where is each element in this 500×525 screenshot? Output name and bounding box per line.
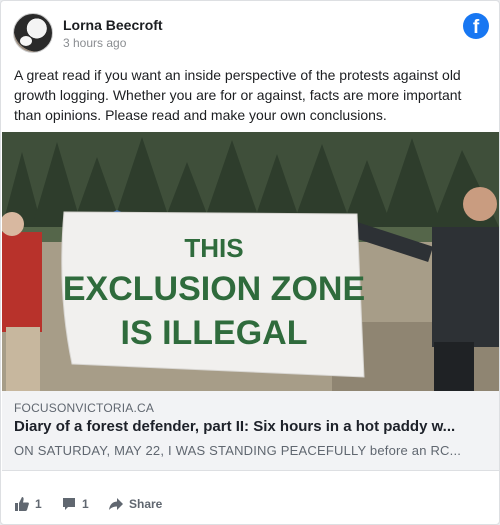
like-button[interactable]: 1 <box>15 493 42 515</box>
post-header: Lorna Beecroft 3 hours ago f <box>13 13 489 55</box>
post-actions-bar: 1 1 Share <box>13 493 489 515</box>
banner-line-3: IS ILLEGAL <box>121 314 308 352</box>
post-photo[interactable]: THIS EXCLUSION ZONE IS ILLEGAL <box>2 132 499 391</box>
protest-banner-photo: THIS EXCLUSION ZONE IS ILLEGAL <box>2 132 499 391</box>
thumbs-up-icon <box>15 497 29 511</box>
banner-line-2: EXCLUSION ZONE <box>63 270 365 308</box>
like-count: 1 <box>35 497 42 511</box>
share-arrow-icon <box>109 498 123 510</box>
facebook-icon[interactable]: f <box>463 13 489 39</box>
comment-button[interactable]: 1 <box>62 493 89 515</box>
banner-line-1: THIS <box>184 233 243 263</box>
avatar[interactable] <box>13 13 53 53</box>
share-label: Share <box>129 497 163 511</box>
share-button[interactable]: Share <box>109 493 162 515</box>
link-preview[interactable]: FOCUSONVICTORIA.CA Diary of a forest def… <box>2 391 499 471</box>
comment-count: 1 <box>82 497 89 511</box>
link-description: ON SATURDAY, MAY 22, I WAS STANDING PEAC… <box>14 443 462 458</box>
comment-icon <box>63 498 75 510</box>
facebook-post-card: Lorna Beecroft 3 hours ago f A great rea… <box>0 0 500 525</box>
post-text: A great read if you want an inside persp… <box>14 67 462 123</box>
link-title[interactable]: Diary of a forest defender, part II: Six… <box>14 418 488 435</box>
post-timestamp[interactable]: 3 hours ago <box>63 36 126 50</box>
link-domain: FOCUSONVICTORIA.CA <box>14 401 155 415</box>
author-name[interactable]: Lorna Beecroft <box>63 17 163 33</box>
